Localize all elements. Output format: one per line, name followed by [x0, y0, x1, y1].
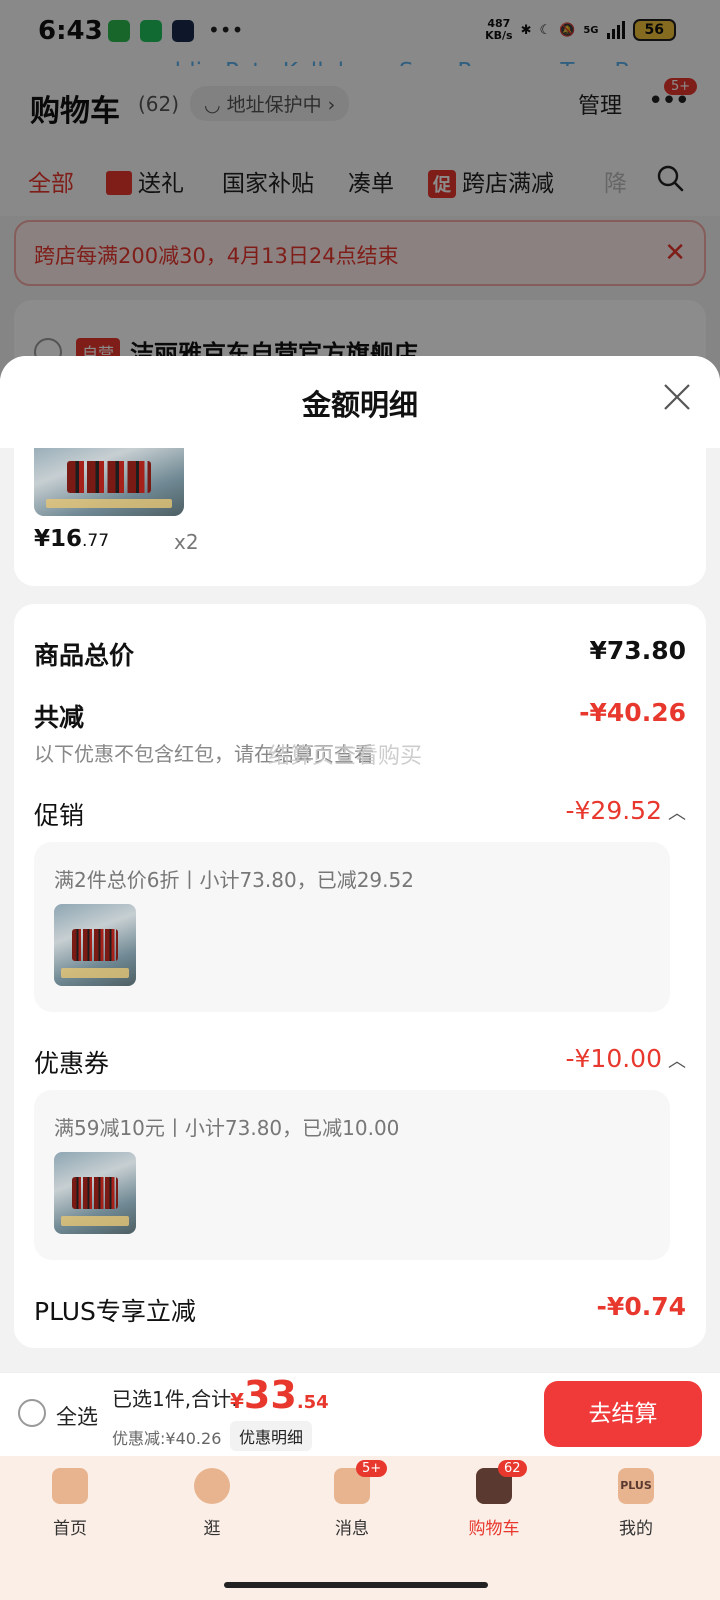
chevron-up-icon: ︿: [668, 1051, 686, 1072]
item-quantity: x2: [174, 530, 199, 554]
cart-icon: 62: [476, 1460, 527, 1504]
total-amount: ¥33.54: [230, 1373, 329, 1417]
promotion-label: 促销: [34, 801, 85, 830]
selected-summary: 已选1件,合计:: [112, 1387, 238, 1411]
nav-messages-label: 消息: [335, 1519, 369, 1539]
nav-mine-label: 我的: [619, 1519, 653, 1539]
sheet-title: 金额明细: [301, 388, 418, 422]
nav-messages[interactable]: 5+ 消息: [302, 1460, 402, 1539]
discount-detail-button[interactable]: 优惠明细: [230, 1421, 313, 1451]
browse-face-icon: [194, 1468, 230, 1504]
coupon-description: 满59减10元丨小计73.80，已减10.00: [54, 1116, 400, 1140]
coupon-detail-box: 满59减10元丨小计73.80，已减10.00: [34, 1090, 670, 1260]
home-icon: [52, 1468, 88, 1504]
promotion-product-thumbnail[interactable]: [54, 904, 136, 986]
close-icon[interactable]: [662, 382, 692, 412]
nav-cart[interactable]: 62 购物车: [444, 1460, 544, 1539]
items-card: ¥16.77 x2: [14, 438, 706, 586]
total-amount-int: 33: [243, 1373, 297, 1417]
promotion-value: -¥29.52: [565, 796, 663, 825]
home-indicator[interactable]: [224, 1582, 488, 1588]
nav-browse[interactable]: 逛: [162, 1468, 262, 1539]
discount-label: 共减: [34, 703, 85, 732]
plus-discount-value: -¥0.74: [596, 1292, 686, 1321]
plus-discount-label: PLUS专享立减: [34, 1297, 196, 1326]
total-amount-dec: .54: [296, 1392, 329, 1413]
select-all-label[interactable]: 全选: [56, 1401, 98, 1431]
nav-home[interactable]: 首页: [20, 1468, 120, 1539]
coupon-toggle[interactable]: -¥10.00 ︿: [566, 1044, 687, 1073]
select-all-radio[interactable]: [18, 1399, 46, 1427]
nav-mine[interactable]: PLUS 我的: [586, 1468, 686, 1539]
nav-home-label: 首页: [53, 1519, 87, 1539]
amount-breakdown-card: 商品总价 ¥73.80 共减 -¥40.26 以下优惠不包含红包，请在结算页查看…: [14, 604, 706, 1348]
promotion-detail-box: 满2件总价6折丨小计73.80，已减29.52: [34, 842, 670, 1012]
item-price-dec: .77: [82, 531, 110, 551]
bottom-nav: 首页 逛 5+ 消息 62 购物车 PLUS 我的: [0, 1456, 720, 1600]
coupon-label: 优惠券: [34, 1049, 110, 1078]
currency-symbol: ¥: [230, 1389, 244, 1413]
sheet-header: 金额明细: [0, 356, 720, 448]
product-image[interactable]: [34, 438, 184, 516]
item-price: ¥16.77: [34, 526, 109, 552]
checkout-button[interactable]: 去结算: [544, 1381, 702, 1447]
item-price-int: ¥16: [34, 526, 83, 552]
plus-icon: PLUS: [618, 1468, 654, 1504]
saved-amount: 优惠减:¥40.26: [112, 1429, 222, 1448]
total-price-value: ¥73.80: [589, 636, 686, 665]
chevron-up-icon: ︿: [668, 803, 686, 824]
nav-browse-label: 逛: [203, 1519, 221, 1539]
discount-value: -¥40.26: [579, 698, 686, 727]
coupon-value: -¥10.00: [565, 1044, 663, 1073]
coupon-product-thumbnail[interactable]: [54, 1152, 136, 1234]
total-price-label: 商品总价: [34, 641, 135, 670]
promotion-description: 满2件总价6折丨小计73.80，已减29.52: [54, 868, 414, 892]
amount-detail-sheet: ¥16.77 x2 金额明细 商品总价 ¥73.80 共减 -¥40.26 以下…: [0, 356, 720, 1372]
promotion-toggle[interactable]: -¥29.52 ︿: [566, 796, 687, 825]
nav-cart-label: 购物车: [468, 1519, 520, 1539]
message-icon: 5+: [334, 1460, 388, 1504]
overlap-text: 结算页查看购买: [268, 744, 423, 769]
messages-badge: 5+: [356, 1460, 388, 1477]
cart-badge: 62: [498, 1460, 527, 1477]
checkout-bar: 全选 已选1件,合计: ¥33.54 优惠减:¥40.26 优惠明细 去结算: [0, 1372, 720, 1456]
